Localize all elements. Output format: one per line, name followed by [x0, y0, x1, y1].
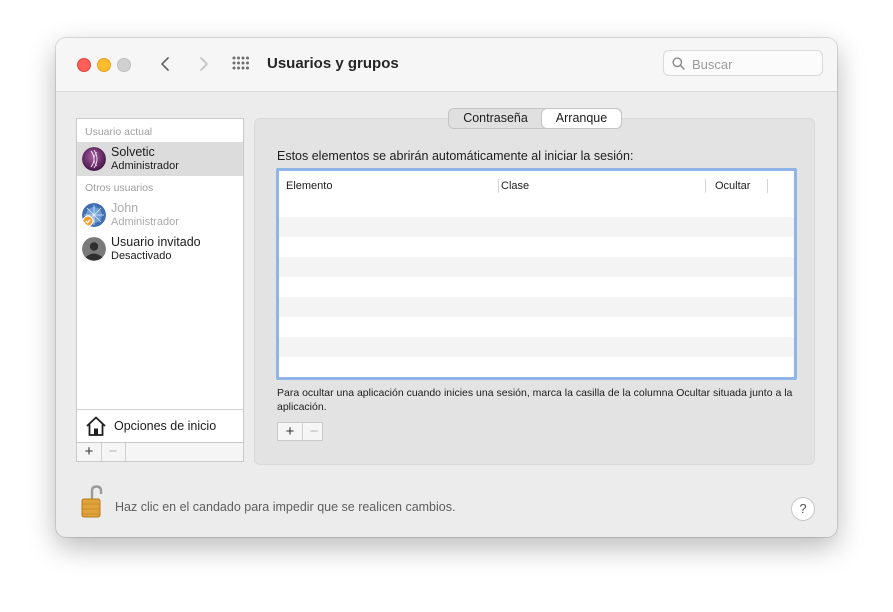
lock-instructions: Haz clic en el candado para impedir que … — [115, 500, 456, 514]
column-separator — [498, 179, 499, 193]
current-user-header: Usuario actual — [85, 126, 153, 138]
login-options-item[interactable]: Opciones de inicio — [77, 409, 243, 443]
column-header-kind[interactable]: Clase — [501, 180, 529, 192]
house-icon — [86, 416, 106, 436]
user-row-solvetic[interactable]: Solvetic Administrador — [77, 142, 243, 176]
table-row — [279, 217, 794, 237]
search-input[interactable] — [690, 54, 819, 74]
search-field[interactable] — [663, 50, 823, 76]
window-title: Usuarios y grupos — [267, 55, 399, 72]
login-options-label: Opciones de inicio — [114, 419, 217, 433]
user-role: Desactivado — [111, 250, 172, 262]
guest-avatar-icon — [82, 237, 106, 261]
user-row-john[interactable]: John Administrador — [77, 198, 243, 232]
zoom-window-button[interactable] — [117, 58, 131, 72]
user-role: Administrador — [111, 160, 179, 172]
tab-bar: Contraseña Arranque — [448, 108, 622, 129]
startup-description: Estos elementos se abrirán automáticamen… — [277, 149, 634, 163]
sidebar-add-remove-bar: + − — [76, 443, 244, 462]
minimize-window-button[interactable] — [97, 58, 111, 72]
user-name: Usuario invitado — [111, 235, 201, 249]
search-icon — [672, 57, 685, 70]
close-window-button[interactable] — [77, 58, 91, 72]
remove-user-button[interactable]: − — [101, 443, 126, 461]
add-user-button[interactable]: + — [77, 443, 102, 461]
add-startup-item-button[interactable]: + — [278, 423, 303, 441]
tab-startup[interactable]: Arranque — [542, 109, 621, 128]
john-avatar — [82, 203, 106, 227]
lock-icon[interactable] — [81, 485, 103, 519]
startup-add-remove-bar: + − — [277, 422, 323, 441]
tab-password[interactable]: Contraseña — [449, 109, 542, 128]
remove-startup-item-button[interactable]: − — [302, 423, 326, 441]
forward-chevron-icon[interactable] — [192, 53, 214, 75]
user-name: John — [111, 201, 139, 215]
table-row — [279, 337, 794, 357]
hide-help-text: Para ocultar una aplicación cuando inici… — [277, 387, 793, 413]
user-name: Solvetic — [111, 145, 155, 159]
table-row — [279, 297, 794, 317]
other-users-header: Otros usuarios — [85, 182, 154, 194]
table-row — [279, 257, 794, 277]
back-chevron-icon[interactable] — [155, 53, 177, 75]
user-role: Administrador — [111, 216, 179, 228]
column-separator — [767, 179, 768, 193]
column-header-hide[interactable]: Ocultar — [715, 180, 750, 192]
show-all-grid-icon[interactable] — [232, 56, 250, 70]
startup-items-table[interactable]: Elemento Clase Ocultar — [276, 168, 797, 380]
user-row-guest[interactable]: Usuario invitado Desactivado — [77, 232, 243, 266]
window-toolbar: Usuarios y grupos — [56, 38, 837, 92]
system-preferences-window: Usuarios y grupos Usuario actual — [56, 38, 837, 537]
help-button[interactable]: ? — [791, 497, 815, 521]
users-sidebar: Usuario actual Solvetic Administrador Ot… — [76, 118, 244, 443]
column-separator — [705, 179, 706, 193]
column-header-item[interactable]: Elemento — [286, 180, 332, 192]
solvetic-avatar — [82, 147, 106, 171]
